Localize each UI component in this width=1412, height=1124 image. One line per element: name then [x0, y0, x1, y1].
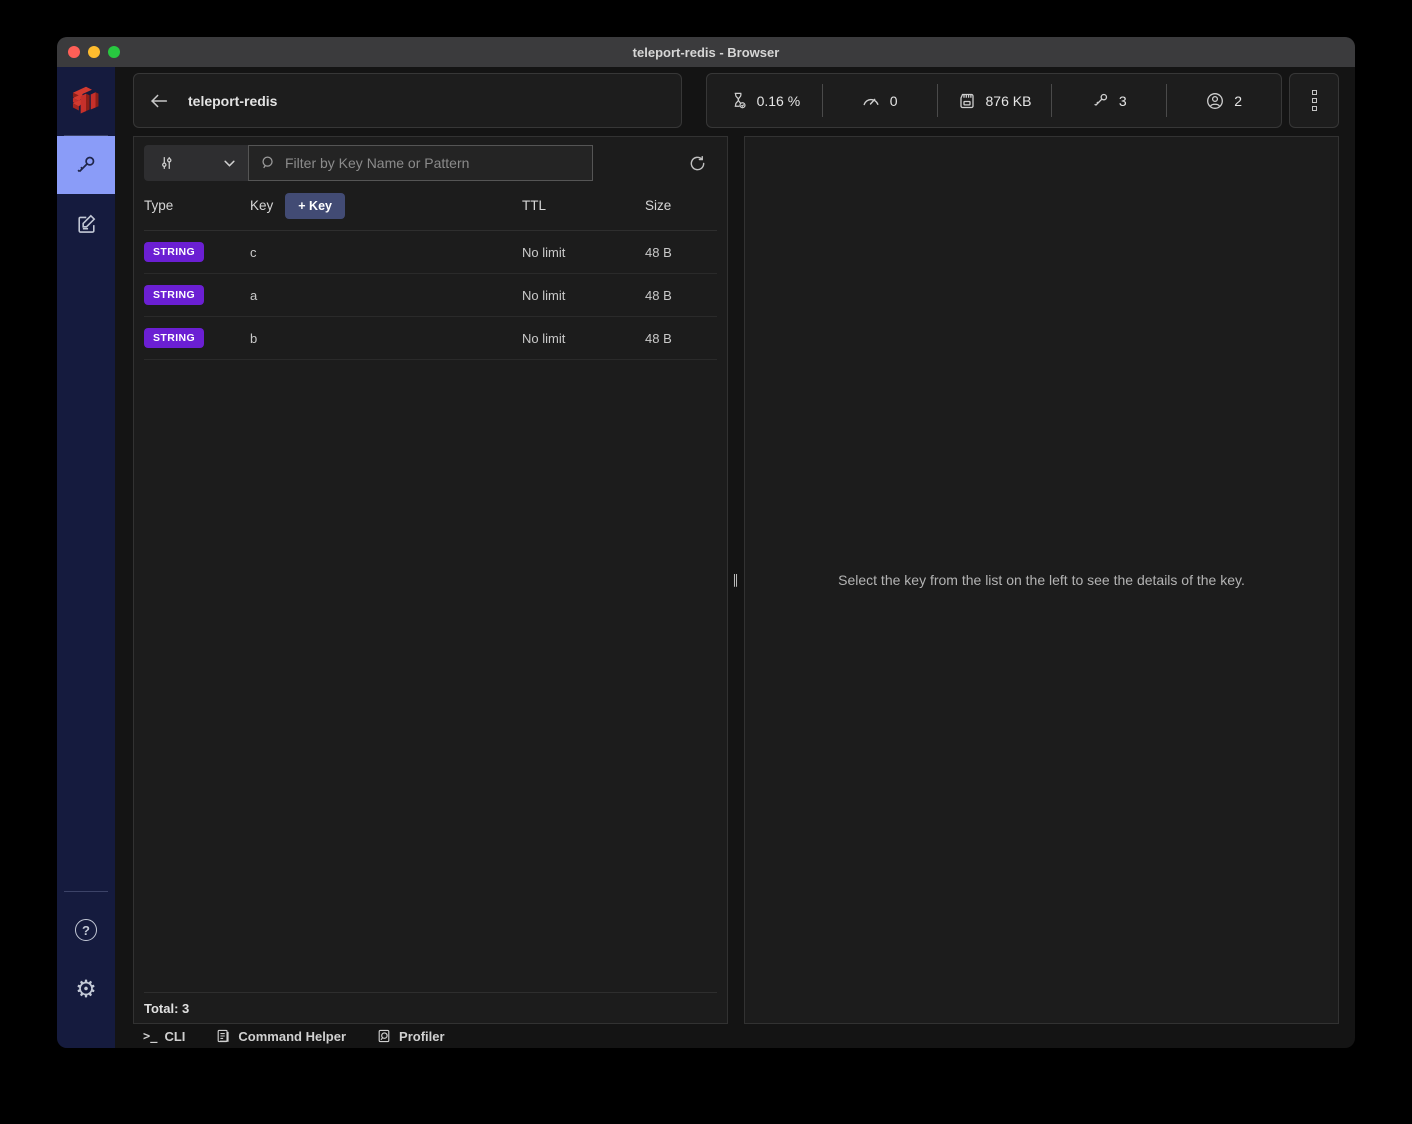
- keys-table-header: Type Key + Key TTL Size: [144, 181, 717, 231]
- refresh-keys-button[interactable]: [677, 145, 717, 181]
- total-keys-icon: [1091, 91, 1110, 110]
- redis-logo-icon: [67, 82, 105, 120]
- close-window-button[interactable]: [68, 46, 80, 58]
- memory-icon: [957, 91, 977, 111]
- cli-toggle[interactable]: >_ CLI: [143, 1029, 185, 1044]
- panel-resize-handle[interactable]: ∥: [728, 136, 744, 1024]
- keys-total-count: Total: 3: [144, 1001, 189, 1016]
- key-type-filter-dropdown[interactable]: [144, 145, 248, 181]
- key-name: c: [250, 245, 522, 260]
- keys-total-row: Total: 3: [144, 992, 717, 1023]
- more-options-menu-button[interactable]: [1289, 73, 1339, 128]
- key-ttl: No limit: [522, 245, 645, 260]
- key-icon: [73, 152, 99, 178]
- titlebar: teleport-redis - Browser: [57, 37, 1355, 67]
- key-row[interactable]: STRING b No limit 48 B: [144, 317, 717, 360]
- stat-memory[interactable]: 876 KB: [937, 74, 1052, 127]
- add-key-button[interactable]: + Key: [285, 193, 345, 219]
- profiler-toggle[interactable]: Profiler: [376, 1028, 445, 1044]
- filter-sliders-icon: [158, 154, 176, 172]
- app-window: teleport-redis - Browser: [57, 37, 1355, 1048]
- sidebar-item-workbench[interactable]: [57, 194, 115, 252]
- instance-header: teleport-redis 0.16 %: [133, 73, 1339, 128]
- key-search-input[interactable]: Filter by Key Name or Pattern: [248, 145, 593, 181]
- search-placeholder: Filter by Key Name or Pattern: [285, 155, 469, 171]
- kebab-menu-icon: [1312, 90, 1317, 95]
- database-stats: 0.16 % 0: [706, 73, 1282, 128]
- database-name: teleport-redis: [188, 93, 277, 109]
- profiler-icon: [376, 1028, 392, 1044]
- zoom-window-button[interactable]: [108, 46, 120, 58]
- keys-list-panel: Filter by Key Name or Pattern Type: [133, 136, 728, 1024]
- cli-icon: >_: [143, 1029, 157, 1043]
- key-row[interactable]: STRING a No limit 48 B: [144, 274, 717, 317]
- key-type-badge: STRING: [144, 328, 204, 348]
- command-helper-icon: [215, 1028, 231, 1044]
- chevron-down-icon: [223, 157, 236, 170]
- key-type-badge: STRING: [144, 285, 204, 305]
- column-header-ttl[interactable]: TTL: [522, 198, 645, 213]
- sidebar: ? ⚙: [57, 67, 115, 1048]
- key-type-badge: STRING: [144, 242, 204, 262]
- commands-gauge-icon: [861, 91, 881, 111]
- key-size: 48 B: [645, 245, 717, 260]
- key-ttl: No limit: [522, 331, 645, 346]
- minimize-window-button[interactable]: [88, 46, 100, 58]
- traffic-lights: [68, 46, 120, 58]
- instance-title-box: teleport-redis: [133, 73, 682, 128]
- column-header-key[interactable]: Key: [250, 198, 273, 213]
- sidebar-item-settings[interactable]: ⚙: [57, 960, 115, 1020]
- drag-handle-icon: ∥: [732, 572, 740, 588]
- key-details-panel: Select the key from the list on the left…: [744, 136, 1339, 1024]
- key-name: a: [250, 288, 522, 303]
- sidebar-item-browser[interactable]: [57, 136, 115, 194]
- key-name: b: [250, 331, 522, 346]
- connected-clients-icon: [1205, 91, 1225, 111]
- gear-icon: ⚙: [75, 978, 97, 1002]
- column-header-type[interactable]: Type: [144, 198, 250, 213]
- redisinsight-logo[interactable]: [67, 81, 105, 121]
- empty-selection-message: Select the key from the list on the left…: [838, 572, 1245, 588]
- help-icon: ?: [75, 919, 97, 941]
- window-title: teleport-redis - Browser: [633, 45, 780, 60]
- edit-icon: [74, 211, 99, 236]
- back-arrow-icon[interactable]: [148, 90, 170, 112]
- command-helper-toggle[interactable]: Command Helper: [215, 1028, 346, 1044]
- keys-filter-bar: Filter by Key Name or Pattern: [144, 145, 717, 181]
- stat-cpu[interactable]: 0.16 %: [707, 74, 822, 127]
- cpu-usage-icon: [729, 91, 748, 110]
- stat-connected-clients[interactable]: 2: [1166, 74, 1281, 127]
- stat-total-keys[interactable]: 3: [1051, 74, 1166, 127]
- sidebar-bottom-divider: [64, 891, 108, 892]
- key-size: 48 B: [645, 331, 717, 346]
- refresh-icon: [688, 154, 707, 173]
- bottom-toolbar: >_ CLI Command Helper: [133, 1024, 1339, 1048]
- key-row[interactable]: STRING c No limit 48 B: [144, 231, 717, 274]
- stat-commands-per-sec[interactable]: 0: [822, 74, 937, 127]
- key-ttl: No limit: [522, 288, 645, 303]
- search-icon: [259, 154, 277, 172]
- key-size: 48 B: [645, 288, 717, 303]
- column-header-size[interactable]: Size: [645, 198, 717, 213]
- sidebar-item-help[interactable]: ?: [57, 900, 115, 960]
